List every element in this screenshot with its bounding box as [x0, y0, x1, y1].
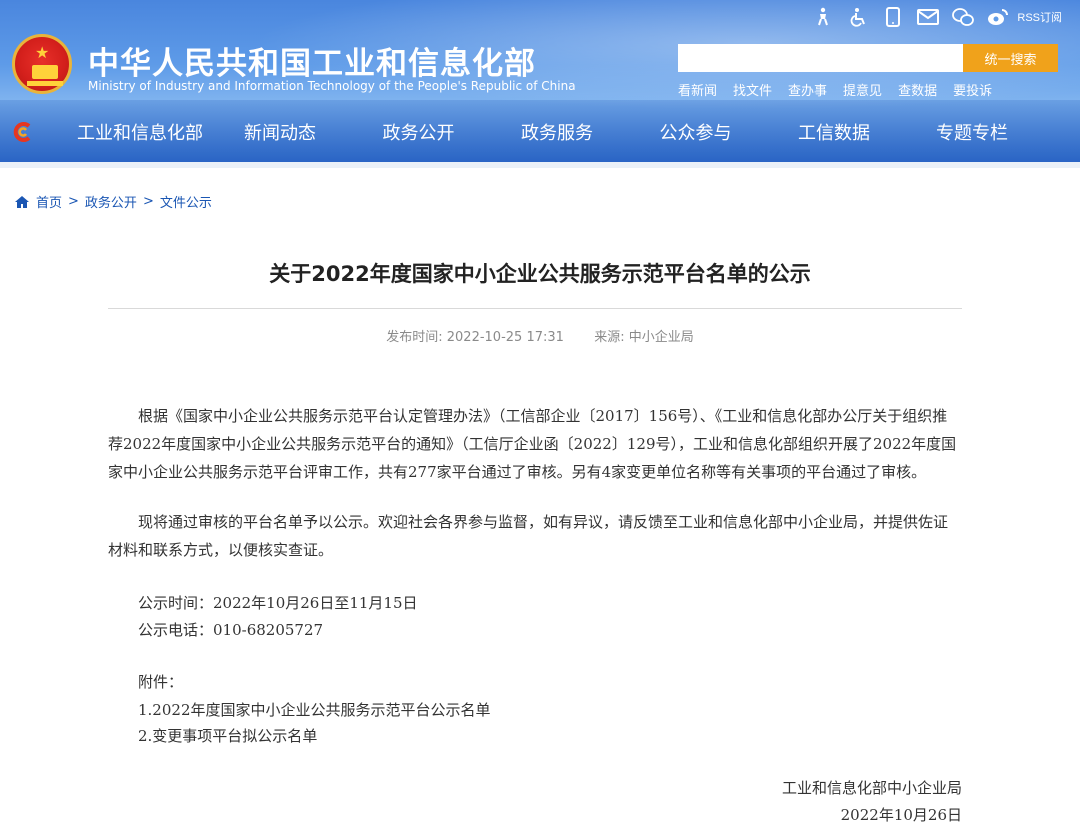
nav-item-affairs-disclosure[interactable]: 政务公开: [350, 110, 487, 154]
rss-link[interactable]: RSS订阅: [1017, 9, 1062, 25]
home-icon[interactable]: [14, 195, 30, 209]
weibo-icon[interactable]: [987, 6, 1009, 28]
attachment-link-1[interactable]: 1.2022年度国家中小企业公共服务示范平台公示名单: [138, 701, 491, 719]
attachments-label: 附件：: [138, 673, 184, 691]
nav-item-gov-services[interactable]: 政务服务: [487, 110, 627, 154]
breadcrumb: 首页 > 政务公开 > 文件公示: [14, 192, 212, 211]
search-button[interactable]: 统一搜索: [963, 44, 1058, 72]
breadcrumb-separator: >: [68, 194, 79, 209]
national-emblem-icon: ★: [12, 34, 72, 94]
breadcrumb-affairs[interactable]: 政务公开: [85, 192, 137, 211]
nav-item-news[interactable]: 新闻动态: [210, 110, 350, 154]
site-title-en: Ministry of Industry and Information Tec…: [88, 79, 576, 93]
elder-mode-icon[interactable]: [812, 6, 834, 28]
nav-item-special-topics[interactable]: 专题专栏: [904, 110, 1040, 154]
quick-links: 看新闻 找文件 查办事 提意见 查数据 要投诉: [678, 80, 1008, 99]
accessibility-icon[interactable]: [847, 6, 869, 28]
search-input[interactable]: [678, 44, 963, 72]
header-divider: [0, 162, 1080, 168]
site-logo-icon: [13, 122, 31, 142]
site-header: ★ 中华人民共和国工业和信息化部 Ministry of Industry an…: [0, 0, 1080, 162]
nav-item-ministry[interactable]: 工业和信息化部: [70, 110, 210, 154]
wechat-icon[interactable]: [952, 6, 975, 28]
attachment-item: 1.2022年度国家中小企业公共服务示范平台公示名单: [138, 696, 491, 724]
notice-phone: 公示电话：010-68205727: [138, 621, 324, 639]
article-title: 关于2022年度国家中小企业公共服务示范平台名单的公示: [269, 262, 811, 286]
quick-link-complaint[interactable]: 要投诉: [953, 80, 992, 99]
quick-link-feedback[interactable]: 提意见: [843, 80, 882, 99]
article-paragraph-1: 根据《国家中小企业公共服务示范平台认定管理办法》（工信部企业〔2017〕156号…: [108, 407, 957, 481]
main-nav: 工业和信息化部 新闻动态 政务公开 政务服务 公众参与 工信数据 专题专栏: [0, 110, 1080, 154]
site-title-cn[interactable]: 中华人民共和国工业和信息化部: [88, 38, 536, 83]
attachment-item: 2.变更事项平台拟公示名单: [138, 722, 317, 750]
publish-time: 2022-10-25 17:31: [446, 330, 564, 345]
breadcrumb-notices[interactable]: 文件公示: [160, 192, 212, 211]
nav-item-public-participation[interactable]: 公众参与: [627, 110, 764, 154]
quick-link-services[interactable]: 查办事: [788, 80, 827, 99]
source-value: 中小企业局: [628, 330, 694, 345]
quick-link-files[interactable]: 找文件: [733, 80, 772, 99]
notice-time: 公示时间：2022年10月26日至11月15日: [138, 594, 418, 612]
breadcrumb-home[interactable]: 首页: [36, 192, 62, 211]
breadcrumb-separator: >: [142, 194, 154, 209]
mail-icon[interactable]: [917, 6, 940, 28]
title-divider: [108, 308, 962, 309]
article-paragraph-2: 现将通过审核的平台名单予以公示。欢迎社会各界参与监督，如有异议，请反馈至工业和信…: [108, 513, 949, 559]
quick-link-data[interactable]: 查数据: [898, 80, 937, 99]
mobile-icon[interactable]: [882, 6, 904, 28]
quick-link-news[interactable]: 看新闻: [678, 80, 717, 99]
top-toolbar: RSS订阅: [799, 6, 1062, 28]
nav-item-data[interactable]: 工信数据: [764, 110, 904, 154]
signature-date: 2022年10月26日: [840, 806, 962, 824]
source-label: 来源:: [594, 330, 625, 345]
signature-org: 工业和信息化部中小企业局: [781, 779, 962, 797]
publish-time-label: 发布时间:: [386, 330, 443, 345]
article-meta: 发布时间: 2022-10-25 17:31 来源: 中小企业局: [0, 326, 1080, 345]
attachment-link-2[interactable]: 2.变更事项平台拟公示名单: [138, 727, 317, 745]
